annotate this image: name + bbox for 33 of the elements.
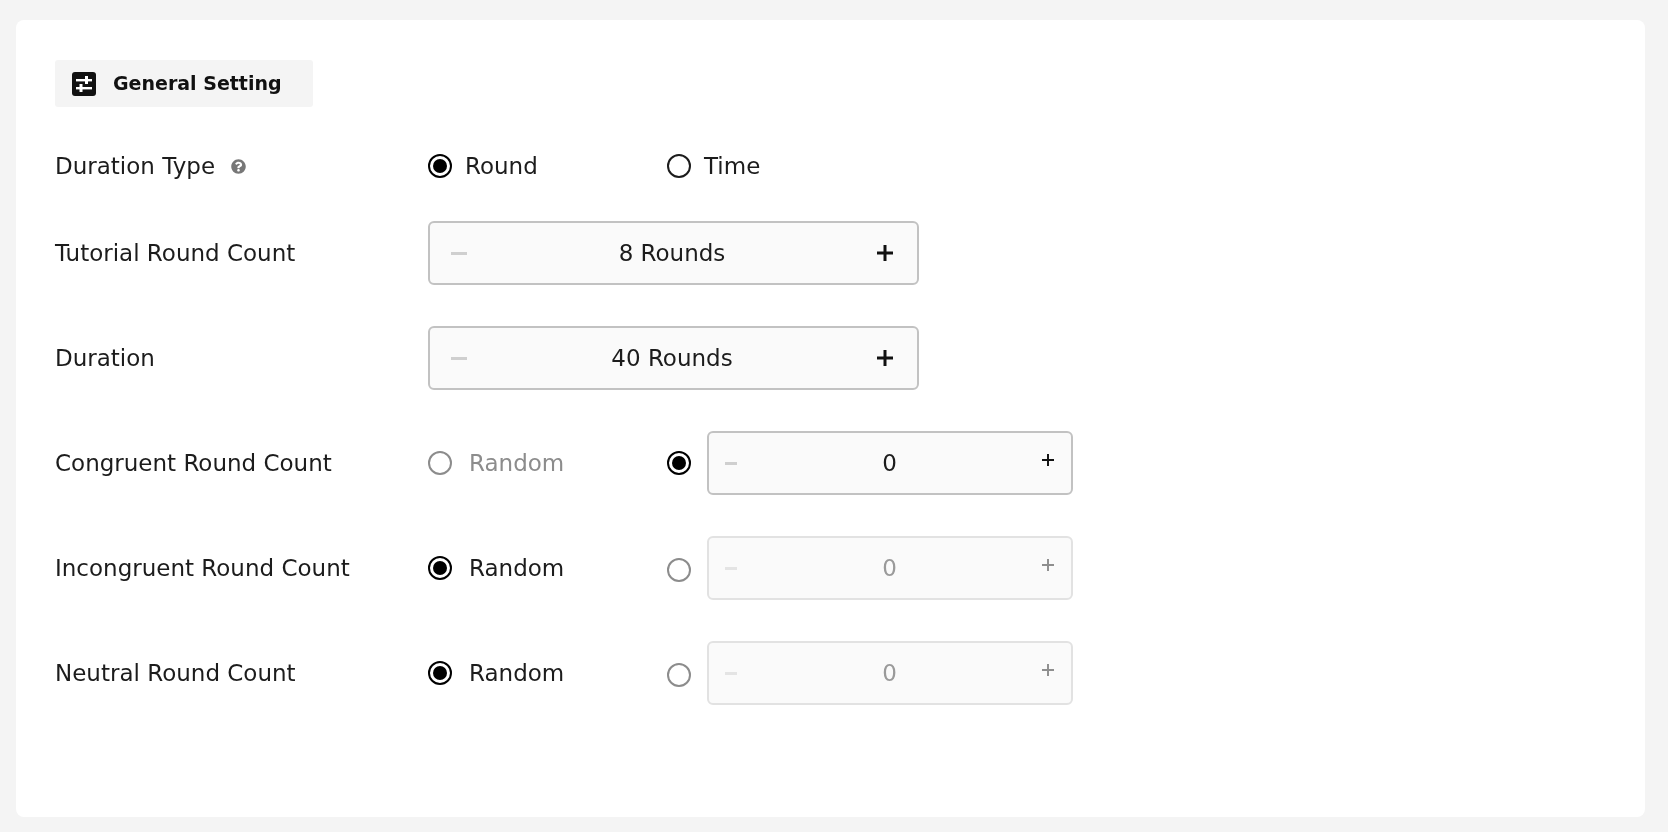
radio-button[interactable] <box>667 662 691 687</box>
field-label: Tutorial Round Count <box>55 238 296 268</box>
stepper-value: 40 Rounds <box>611 346 733 370</box>
sliders-icon <box>72 71 96 96</box>
radio-label: Random <box>469 658 565 688</box>
number-stepper[interactable]: 40 Rounds <box>428 326 919 390</box>
field-label: Congruent Round Count <box>55 448 332 478</box>
radio-button[interactable] <box>428 661 452 685</box>
stepper-value: 0 <box>882 451 897 475</box>
field-label: Neutral Round Count <box>55 658 296 688</box>
radio-label: Time <box>704 151 761 181</box>
stepper-value: 8 Rounds <box>618 241 726 265</box>
radio-label: Round <box>465 151 538 181</box>
radio-label: Random <box>469 553 565 583</box>
number-stepper[interactable]: 0 <box>707 431 1073 495</box>
radio-button[interactable] <box>428 154 452 178</box>
stepper-value: 0 <box>882 661 897 685</box>
plus-icon[interactable] <box>877 350 893 366</box>
stepper-value: 0 <box>882 556 897 580</box>
field-label: Incongruent Round Count <box>55 553 350 583</box>
section-title: General Setting <box>113 71 282 97</box>
field-label: Duration <box>55 343 155 373</box>
help-icon[interactable] <box>231 158 247 174</box>
field-label: Duration Type <box>55 151 216 181</box>
radio-button[interactable] <box>667 557 691 582</box>
radio-button[interactable] <box>667 451 691 475</box>
radio-button[interactable] <box>667 154 691 178</box>
plus-icon[interactable] <box>877 245 893 261</box>
plus-icon[interactable] <box>1042 454 1054 466</box>
radio-button[interactable] <box>428 451 452 475</box>
number-stepper[interactable]: 8 Rounds <box>428 221 919 285</box>
radio-button[interactable] <box>428 556 452 580</box>
radio-label: Random <box>469 448 565 478</box>
